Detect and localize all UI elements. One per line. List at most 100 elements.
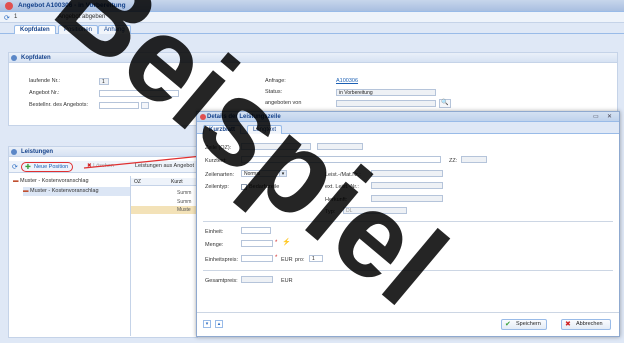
label-typ: Typ: bbox=[325, 209, 336, 215]
grid-header-oz[interactable]: OZ bbox=[134, 179, 141, 185]
minimize-icon[interactable]: ▭ bbox=[593, 113, 599, 120]
bestellnr-input[interactable] bbox=[99, 102, 139, 109]
tree-item-root[interactable]: ▬ Muster - Kostenvoranschlag bbox=[13, 177, 137, 186]
required-marker: * bbox=[275, 255, 278, 261]
label-kurztext: Kurztext: bbox=[205, 158, 227, 164]
label-leist-nr: Leist.-/Mat.Nr.: bbox=[325, 172, 361, 178]
save-label: Speichern bbox=[516, 321, 541, 327]
label-status: Status: bbox=[265, 89, 283, 95]
tab-anhang[interactable]: Anhang bbox=[98, 25, 131, 34]
required-marker: * bbox=[275, 240, 278, 246]
app-toolbar: ⟳ 1 Angebot abgeben bbox=[0, 12, 624, 23]
gesamtpreis-field bbox=[241, 276, 273, 283]
label-pro: pro: bbox=[295, 257, 305, 263]
label-menge: Menge: bbox=[205, 242, 224, 248]
kopfdaten-title: Kopfdaten bbox=[21, 55, 51, 61]
calculator-icon[interactable]: ⚡ bbox=[282, 238, 291, 246]
new-position-label: Neue Position bbox=[34, 164, 69, 170]
kurztext-input[interactable] bbox=[241, 156, 441, 163]
typ-select: DL bbox=[343, 207, 407, 214]
divider bbox=[203, 270, 613, 271]
zeile-field bbox=[241, 143, 311, 150]
label-bestellnr: Bestellnr. des Angebots: bbox=[29, 102, 89, 108]
pro-input[interactable]: 1 bbox=[309, 255, 323, 262]
tree-item-label: Muster - Kostenvoranschlag bbox=[20, 178, 89, 184]
label-gesamtpreis: Gesamtpreis: bbox=[205, 278, 238, 284]
grid-cell: Summ bbox=[177, 199, 192, 205]
grid-header-kurztext[interactable]: Kurzt bbox=[171, 179, 183, 185]
label-zeile: Zeile (OZ): bbox=[205, 145, 232, 151]
toolbar-number: 1 bbox=[14, 14, 18, 20]
app-title: Angebot A100306 - in Vorbereitung bbox=[18, 2, 126, 9]
chevron-down-icon[interactable]: ▾ bbox=[279, 170, 287, 177]
cancel-icon: ✖ bbox=[565, 321, 571, 328]
label-angeboten-von: angeboten von bbox=[265, 100, 302, 106]
zeilenart-value: Normal bbox=[244, 171, 261, 177]
zz-field bbox=[461, 156, 487, 163]
label-anfrage: Anfrage: bbox=[265, 78, 286, 84]
app-titlebar: Angebot A100306 - in Vorbereitung bbox=[0, 0, 624, 12]
einheit-input[interactable] bbox=[241, 227, 271, 234]
annotation-arrow-icon bbox=[83, 153, 208, 169]
leistungen-title: Leistungen bbox=[21, 149, 54, 155]
app-logo-icon bbox=[5, 2, 13, 10]
ext-nr-field bbox=[371, 182, 443, 189]
cancel-button[interactable]: ✖ Abbrechen bbox=[561, 319, 611, 330]
details-dialog: Details der Leistungszeile ▭ ✕ Kurzblatt… bbox=[196, 111, 620, 337]
angebot-nr-input[interactable] bbox=[99, 90, 179, 97]
tab-positionen[interactable]: Positionen bbox=[58, 25, 99, 34]
einheitspreis-input[interactable] bbox=[241, 255, 273, 262]
bedarfszeile-checkbox[interactable] bbox=[241, 184, 247, 190]
gesamt-currency-label: EUR bbox=[281, 278, 293, 284]
status-field: in Vorbereitung bbox=[336, 89, 436, 96]
grid-header: OZ Kurzt bbox=[131, 178, 196, 186]
leist-nr-field bbox=[371, 170, 443, 177]
submit-offer-button[interactable]: Angebot abgeben bbox=[58, 14, 105, 20]
tab-kopfdaten[interactable]: Kopfdaten bbox=[14, 25, 56, 34]
label-einheit: Einheit: bbox=[205, 229, 224, 235]
grid-row-selected[interactable]: Muste bbox=[131, 206, 196, 214]
search-icon[interactable]: 🔍 bbox=[439, 99, 451, 108]
refresh-icon[interactable]: ⟳ bbox=[4, 14, 10, 22]
grid-cell: Muste bbox=[177, 207, 191, 213]
folder-icon: ▬ bbox=[23, 188, 29, 194]
currency-label: EUR bbox=[281, 257, 293, 263]
tab-langtext[interactable]: Langtext bbox=[247, 125, 283, 134]
new-position-button[interactable]: ✚ Neue Position bbox=[21, 162, 74, 172]
positions-grid: OZ Kurzt Summ Summ Muste bbox=[130, 176, 196, 336]
chevron-down-icon[interactable]: ▾ bbox=[203, 320, 211, 328]
grid-cell: Summ bbox=[177, 190, 192, 196]
label-herkunft: Herkunft: bbox=[325, 197, 348, 203]
cancel-label: Abbrechen bbox=[576, 321, 603, 327]
tab-kurzblatt[interactable]: Kurzblatt bbox=[203, 125, 241, 134]
menge-input[interactable] bbox=[241, 240, 273, 247]
label-einheitspreis: Einheitspreis: bbox=[205, 257, 239, 263]
collapse-icon[interactable] bbox=[11, 149, 17, 155]
label-zeilenarten: Zeilenarten: bbox=[205, 172, 235, 178]
close-icon[interactable]: ✕ bbox=[607, 113, 612, 120]
anfrage-link[interactable]: A100306 bbox=[336, 78, 358, 84]
tree-item-label: Muster - Kostenvoranschlag bbox=[30, 188, 99, 194]
typ-value: DL bbox=[346, 208, 353, 214]
label-zeilentyp: Zeilentyp: bbox=[205, 184, 229, 190]
kopfdaten-header: Kopfdaten bbox=[9, 53, 617, 63]
label-laufende-nr: laufende Nr.: bbox=[29, 78, 61, 84]
tree-item-child[interactable]: ▬ Muster - Kostenvoranschlag bbox=[23, 187, 137, 196]
refresh-icon[interactable]: ⟳ bbox=[12, 163, 18, 171]
save-button[interactable]: ✔ Speichern bbox=[501, 319, 547, 330]
dialog-titlebar: Details der Leistungszeile ▭ ✕ bbox=[197, 112, 619, 122]
checkmark-icon: ✔ bbox=[505, 321, 511, 328]
dialog-title: Details der Leistungszeile bbox=[207, 114, 281, 120]
divider bbox=[203, 221, 613, 222]
app-tabs: Kopfdaten Positionen Anhang bbox=[0, 23, 624, 34]
chevron-up-icon[interactable]: ▴ bbox=[215, 320, 223, 328]
collapse-icon[interactable] bbox=[11, 55, 17, 61]
calendar-icon[interactable] bbox=[141, 102, 149, 109]
footer-divider bbox=[197, 312, 619, 313]
label-angebot-nr: Angebot Nr.: bbox=[29, 90, 60, 96]
herkunft-field bbox=[371, 195, 443, 202]
label-zz: ZZ: bbox=[449, 158, 458, 164]
dialog-logo-icon bbox=[200, 114, 206, 120]
angeboten-von-field bbox=[336, 100, 436, 107]
laufende-nr-field: 1 bbox=[99, 78, 109, 85]
